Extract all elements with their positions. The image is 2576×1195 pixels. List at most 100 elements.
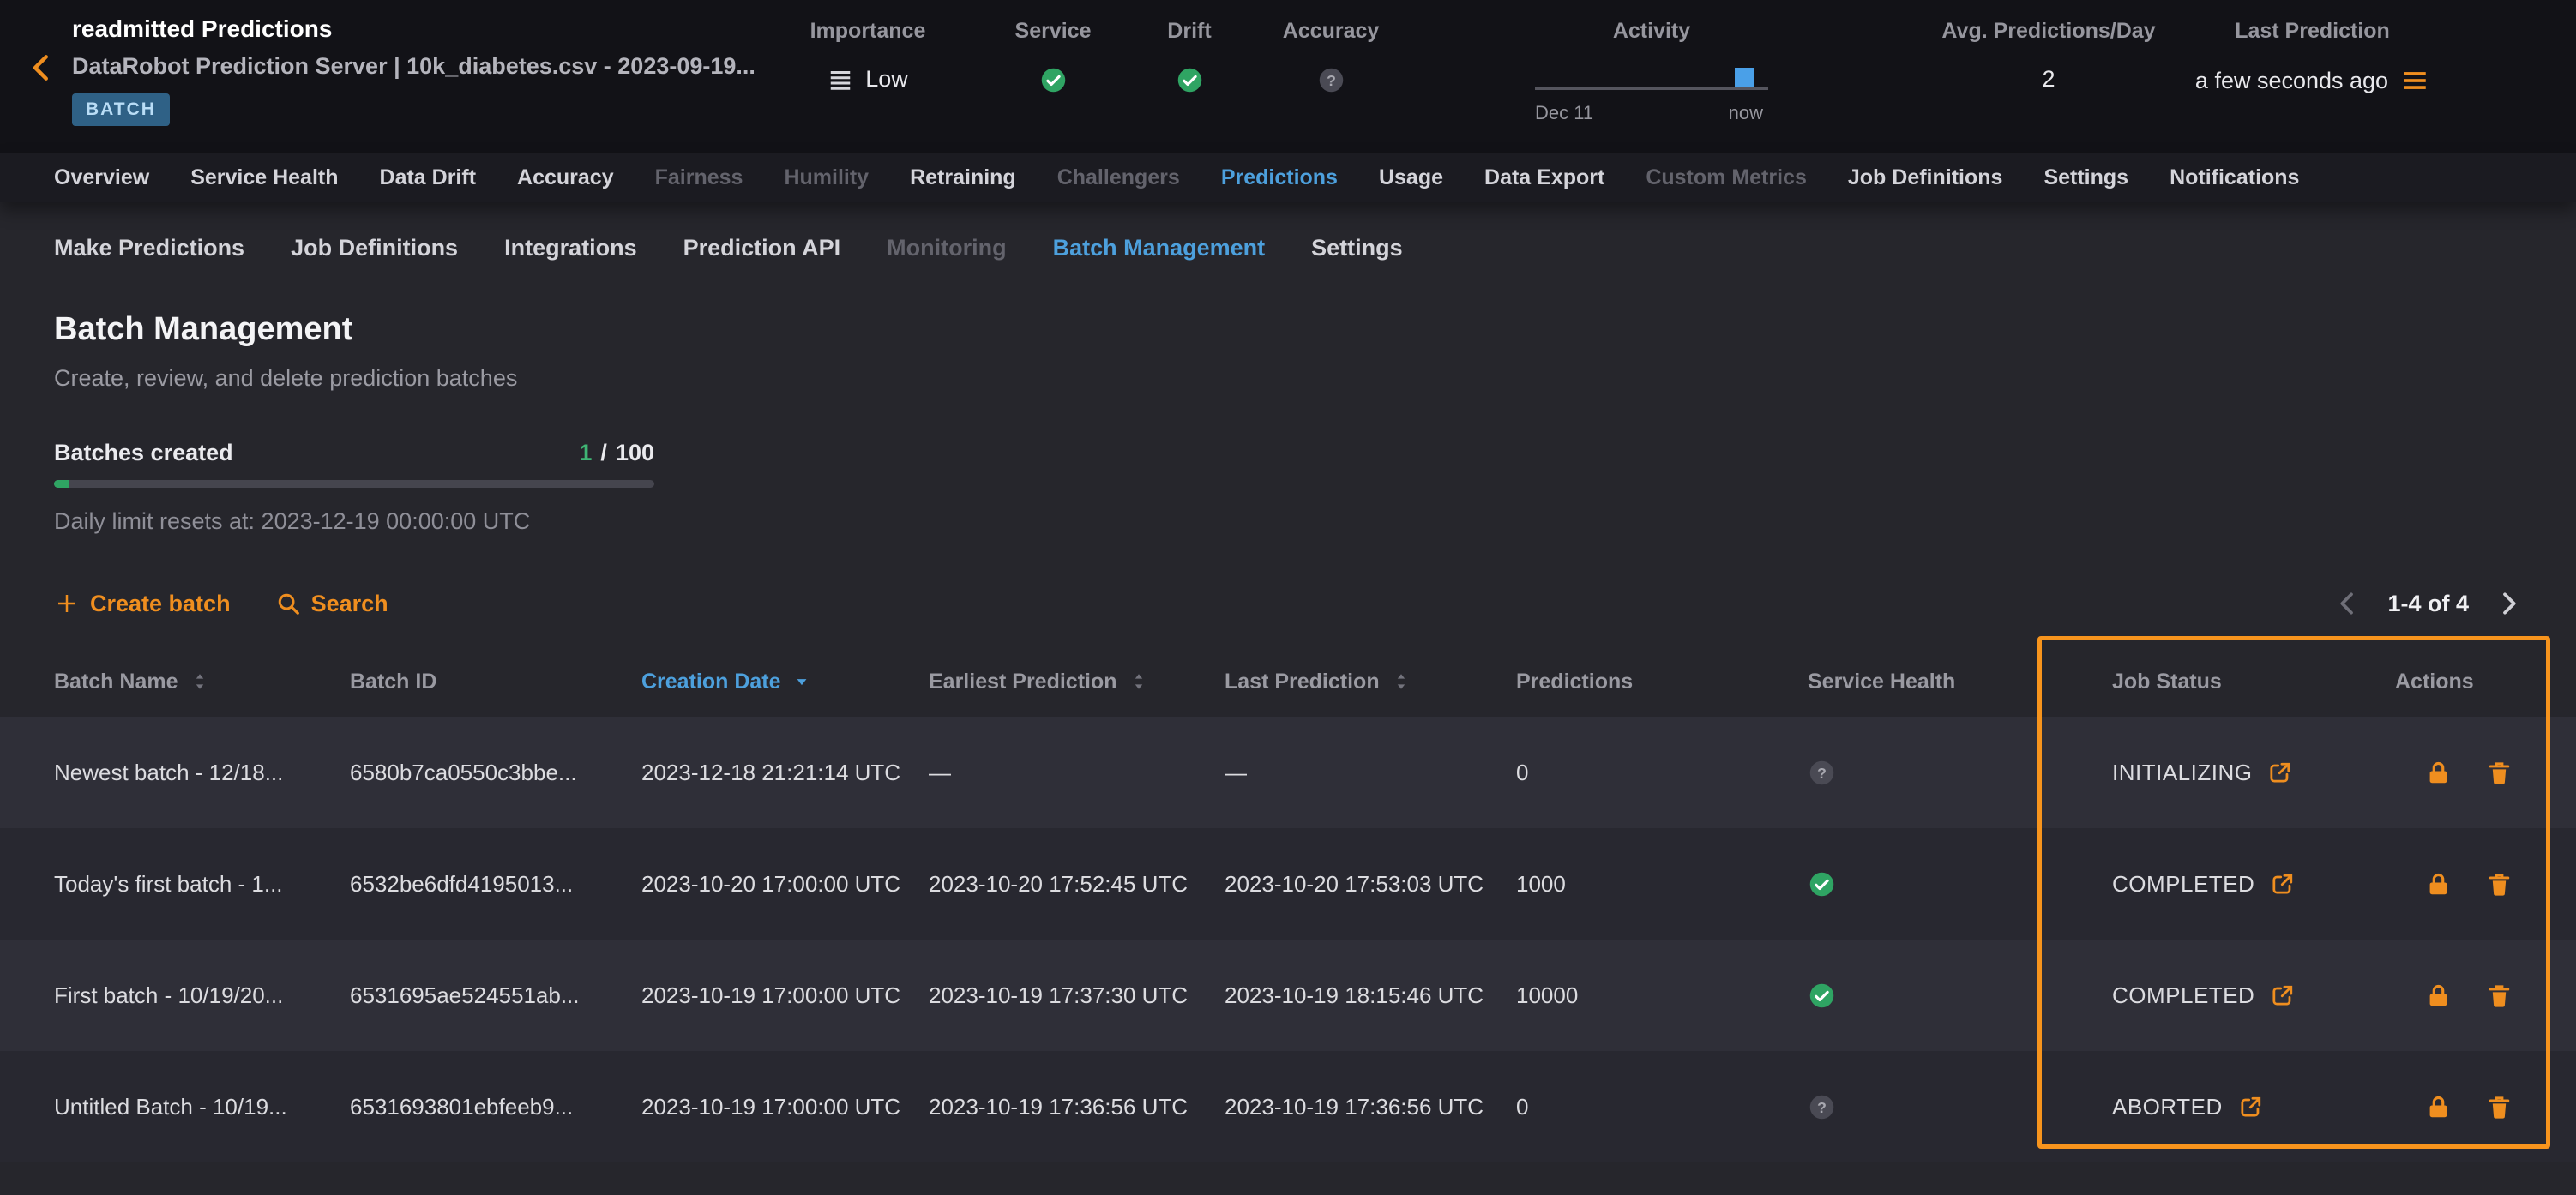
lock-icon[interactable] xyxy=(2424,982,2453,1010)
earliest-prediction-cell: — xyxy=(929,760,1225,786)
subtab-job-definitions[interactable]: Job Definitions xyxy=(291,235,458,261)
tab-usage[interactable]: Usage xyxy=(1379,165,1443,190)
drift-label: Drift xyxy=(1129,19,1249,44)
tab-humility: Humility xyxy=(784,165,869,190)
search-button[interactable]: Search xyxy=(275,591,388,617)
tab-predictions[interactable]: Predictions xyxy=(1221,165,1338,190)
tab-overview[interactable]: Overview xyxy=(54,165,149,190)
external-link-icon[interactable] xyxy=(2238,1095,2263,1120)
column-header-creation-date[interactable]: Creation Date xyxy=(641,670,929,694)
deployment-subtitle: DataRobot Prediction Server | 10k_diabet… xyxy=(72,53,755,80)
creation-date-cell: 2023-10-19 17:00:00 UTC xyxy=(641,1094,929,1120)
create-batch-button[interactable]: Create batch xyxy=(54,591,231,617)
lock-icon[interactable] xyxy=(2424,1093,2453,1121)
batch-name-cell: Today's first batch - 1... xyxy=(54,871,350,898)
quota-progress-bar xyxy=(54,480,654,488)
trash-icon[interactable] xyxy=(2485,982,2513,1010)
tab-job-definitions[interactable]: Job Definitions xyxy=(1848,165,2003,190)
batch-id-cell: 6531695ae524551ab... xyxy=(350,982,641,1009)
search-icon xyxy=(275,591,301,616)
column-header-earliest-prediction[interactable]: Earliest Prediction xyxy=(929,670,1225,694)
batch-quota: Batches created 1 / 100 Daily limit rese… xyxy=(54,440,654,535)
batch-name-cell: Untitled Batch - 10/19... xyxy=(54,1094,350,1120)
tab-data-export[interactable]: Data Export xyxy=(1484,165,1604,190)
quota-label: Batches created xyxy=(54,440,233,466)
lock-icon[interactable] xyxy=(2424,759,2453,787)
health-unknown-icon xyxy=(1808,759,1836,787)
actions-cell xyxy=(2395,870,2576,898)
subtab-settings[interactable]: Settings xyxy=(1311,235,1403,261)
table-row: First batch - 10/19/20... 6531695ae52455… xyxy=(0,940,2576,1051)
deployment-header: readmitted Predictions DataRobot Predict… xyxy=(0,0,2576,153)
batch-name-cell: Newest batch - 12/18... xyxy=(54,760,350,786)
job-status-cell: ABORTED xyxy=(2112,1094,2395,1120)
service-health-cell xyxy=(1808,1093,2112,1121)
activity-label: Activity xyxy=(1535,19,1768,44)
subtab-make-predictions[interactable]: Make Predictions xyxy=(54,235,244,261)
lock-icon[interactable] xyxy=(2424,870,2453,898)
quota-count: 1 / 100 xyxy=(579,440,654,466)
predictions-cell: 0 xyxy=(1516,1094,1808,1120)
column-header-batch-id: Batch ID xyxy=(350,670,641,694)
batches-table: Batch Name Batch ID Creation Date Earlie… xyxy=(0,646,2576,1162)
pagination-range: 1-4 of 4 xyxy=(2387,591,2469,617)
service-label: Service xyxy=(993,19,1113,44)
pagination: 1-4 of 4 xyxy=(2334,590,2522,617)
batch-badge: BATCH xyxy=(72,93,170,126)
avg-predictions-value: 2 xyxy=(2042,66,2055,93)
predictions-cell: 0 xyxy=(1516,760,1808,786)
drift-passing-icon xyxy=(1176,66,1204,94)
external-link-icon[interactable] xyxy=(2267,760,2292,785)
last-prediction-cell: — xyxy=(1225,760,1516,786)
stat-drift: Drift xyxy=(1129,19,1249,94)
pagination-prev-icon[interactable] xyxy=(2334,590,2362,617)
tab-data-drift[interactable]: Data Drift xyxy=(380,165,477,190)
tab-custom-metrics: Custom Metrics xyxy=(1646,165,1807,190)
external-link-icon[interactable] xyxy=(2270,872,2295,897)
deployment-tabs: Overview Service Health Data Drift Accur… xyxy=(0,153,2576,202)
subtab-batch-management[interactable]: Batch Management xyxy=(1053,235,1266,261)
actions-cell xyxy=(2395,982,2576,1010)
tab-challengers: Challengers xyxy=(1057,165,1180,190)
tab-accuracy[interactable]: Accuracy xyxy=(517,165,614,190)
job-status-text: COMPLETED xyxy=(2112,982,2254,1009)
accuracy-unknown-icon xyxy=(1317,66,1345,94)
earliest-prediction-cell: 2023-10-19 17:37:30 UTC xyxy=(929,982,1225,1009)
column-header-actions: Actions xyxy=(2395,670,2576,694)
subtab-integrations[interactable]: Integrations xyxy=(504,235,637,261)
activity-axis-start: Dec 11 xyxy=(1535,102,1593,124)
activity-axis-labels: Dec 11 now xyxy=(1535,102,1768,124)
creation-date-cell: 2023-10-20 17:00:00 UTC xyxy=(641,871,929,898)
creation-date-cell: 2023-12-18 21:21:14 UTC xyxy=(641,760,929,786)
column-header-last-prediction[interactable]: Last Prediction xyxy=(1225,670,1516,694)
column-header-service-health: Service Health xyxy=(1808,670,2112,694)
service-health-cell xyxy=(1808,982,2112,1010)
job-status-cell: COMPLETED xyxy=(2112,982,2395,1009)
page-subtitle: Create, review, and delete prediction ba… xyxy=(54,365,2522,392)
tab-service-health[interactable]: Service Health xyxy=(190,165,338,190)
external-link-icon[interactable] xyxy=(2270,983,2295,1008)
actions-cell xyxy=(2395,1093,2576,1121)
sort-descending-icon xyxy=(793,673,810,690)
header-menu-icon[interactable] xyxy=(2400,66,2429,95)
sort-icon xyxy=(1392,672,1411,691)
table-header: Batch Name Batch ID Creation Date Earlie… xyxy=(0,646,2576,717)
table-row: Today's first batch - 1... 6532be6dfd419… xyxy=(0,828,2576,940)
tab-retraining[interactable]: Retraining xyxy=(910,165,1016,190)
quota-used: 1 xyxy=(579,440,592,466)
trash-icon[interactable] xyxy=(2485,1093,2513,1121)
trash-icon[interactable] xyxy=(2485,759,2513,787)
subtab-prediction-api[interactable]: Prediction API xyxy=(683,235,841,261)
trash-icon[interactable] xyxy=(2485,870,2513,898)
tab-notifications[interactable]: Notifications xyxy=(2170,165,2299,190)
service-health-cell xyxy=(1808,870,2112,898)
stat-accuracy: Accuracy xyxy=(1271,19,1391,94)
column-header-batch-name[interactable]: Batch Name xyxy=(54,670,350,694)
back-button[interactable] xyxy=(26,51,58,84)
job-status-text: COMPLETED xyxy=(2112,871,2254,898)
tab-fairness: Fairness xyxy=(655,165,743,190)
tab-settings[interactable]: Settings xyxy=(2043,165,2128,190)
pagination-next-icon[interactable] xyxy=(2495,590,2522,617)
activity-bar[interactable] xyxy=(1735,68,1754,87)
batch-id-cell: 6532be6dfd4195013... xyxy=(350,871,641,898)
